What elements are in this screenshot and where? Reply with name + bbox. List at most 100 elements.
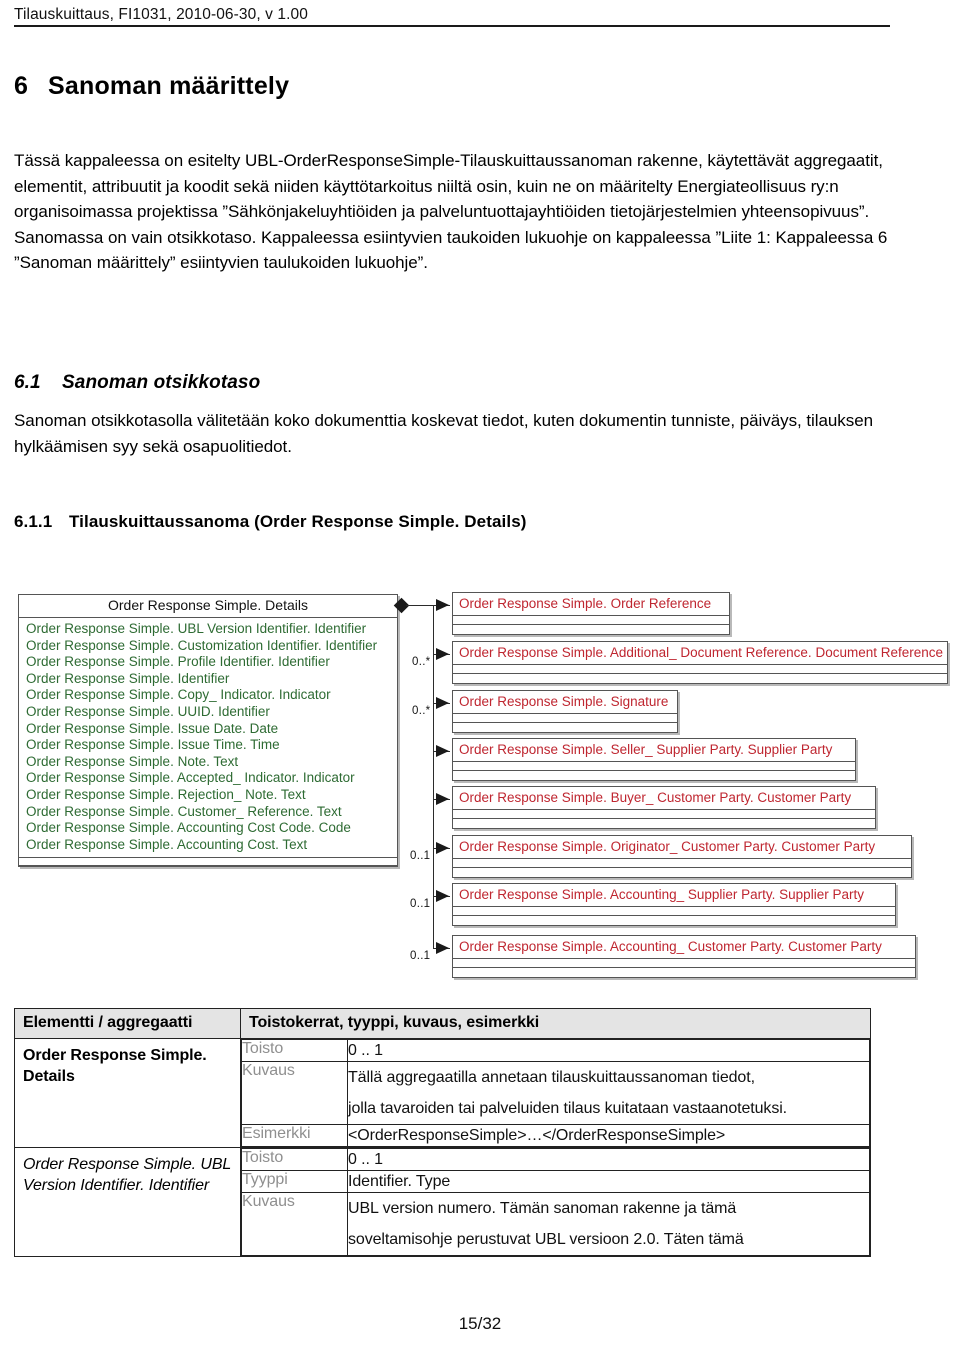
field-label: Esimerkki (241, 1124, 348, 1147)
table-row: Order Response Simple. UBL Version Ident… (14, 1147, 871, 1257)
element-name-cell: Order Response Simple. UBL Version Ident… (14, 1147, 241, 1257)
field-row: Kuvaus UBL version numero. Tämän sanoman… (241, 1192, 870, 1256)
element-name-line: Order Response Simple. (23, 1047, 207, 1064)
uml-association-title: Order Response Simple. Signature (459, 694, 669, 709)
heading-1-title: Sanoman määrittely (48, 72, 290, 100)
element-name-line: Identifier (148, 1177, 210, 1194)
element-field-table: Toisto 0 .. 1 Tyyppi Identifier. Type Ku… (241, 1148, 870, 1256)
uml-main-class-title: Order Response Simple. Details (19, 595, 397, 618)
multiplicity-label: 0..1 (410, 850, 431, 862)
field-value-line: <OrderResponseSimple>…</OrderResponseSim… (348, 1127, 726, 1144)
intro-paragraph: Tässä kappaleessa on esitelty UBL-OrderR… (14, 151, 888, 272)
connector-segment (406, 605, 434, 606)
association-arrow-icon (436, 599, 449, 611)
field-value: Identifier. Type (347, 1170, 870, 1193)
connector-trunk (433, 605, 434, 949)
field-row: Toisto 0 .. 1 (241, 1039, 870, 1062)
uml-attributes-compartment (453, 615, 729, 624)
element-details-cell: Toisto 0 .. 1 Tyyppi Identifier. Type Ku… (240, 1147, 871, 1257)
field-value-line: 0 .. 1 (348, 1042, 383, 1059)
heading-3-number: 6.1.1 (14, 512, 53, 531)
uml-class-diagram: Order Response Simple. Details Order Res… (0, 586, 960, 986)
uml-operations-compartment (453, 673, 947, 683)
association-arrow-icon (436, 890, 449, 902)
field-label: Tyyppi (241, 1170, 348, 1193)
field-row: Toisto 0 .. 1 (241, 1148, 870, 1171)
uml-association-title: Order Response Simple. Buyer_ Customer P… (459, 790, 852, 805)
uml-attribute: Order Response Simple. UUID. Identifier (26, 703, 270, 719)
uml-association-box: Order Response Simple. Order Reference (452, 592, 730, 635)
field-value: 0 .. 1 (347, 1039, 870, 1062)
table-header-row: Elementti / aggregaatti Toistokerrat, ty… (14, 1008, 871, 1039)
uml-association-box: Order Response Simple. Signature (452, 690, 678, 733)
page-footer: 15/32 (0, 1314, 960, 1334)
uml-association-box: Order Response Simple. Buyer_ Customer P… (452, 786, 876, 829)
uml-association-box: Order Response Simple. Accounting_ Custo… (452, 935, 916, 978)
heading-3-title: Tilauskuittaussanoma (Order Response Sim… (69, 512, 527, 531)
multiplicity-label: 0..1 (410, 898, 431, 910)
heading-level-2: 6.1 Sanoman otsikkotaso (14, 372, 260, 394)
uml-attribute: Order Response Simple. Accounting Cost. … (26, 836, 308, 852)
element-details-cell: Toisto 0 .. 1 Kuvaus Tällä aggregaatilla… (240, 1038, 871, 1148)
running-head-text: Tilauskuittaus, FI1031, 2010-06-30, v 1.… (14, 6, 308, 23)
uml-attribute: Order Response Simple. Customization Ide… (26, 637, 378, 653)
association-arrow-icon (436, 697, 449, 709)
uml-association-title: Order Response Simple. Accounting_ Custo… (459, 939, 882, 954)
field-label: Toisto (241, 1148, 348, 1171)
heading-2-number: 6.1 (14, 372, 41, 393)
field-value-line: 0 .. 1 (348, 1151, 383, 1168)
uml-main-class-attributes: Order Response Simple. UBL Version Ident… (19, 618, 397, 859)
multiplicity-label: 0..* (412, 656, 431, 668)
table-row: Order Response Simple. Details Toisto 0 … (14, 1038, 871, 1148)
element-field-table: Toisto 0 .. 1 Kuvaus Tällä aggregaatilla… (241, 1039, 870, 1147)
uml-operations-compartment (453, 722, 677, 732)
heading-level-3: 6.1.1 Tilauskuittaussanoma (Order Respons… (14, 512, 527, 532)
element-name-cell: Order Response Simple. Details (14, 1038, 241, 1148)
page-number: 15/32 (458, 1314, 502, 1333)
uml-attribute: Order Response Simple. Note. Text (26, 753, 239, 769)
uml-attribute: Order Response Simple. Accepted_ Indicat… (26, 770, 355, 786)
uml-attributes-compartment (453, 664, 947, 673)
uml-operations-compartment (453, 770, 855, 780)
element-name-line: Order Response Simple. (23, 1156, 196, 1173)
uml-attributes-compartment (453, 761, 855, 770)
field-value: UBL version numero. Tämän sanoman rakenn… (347, 1192, 870, 1256)
association-arrow-icon (436, 942, 449, 954)
uml-association-title: Order Response Simple. Seller_ Supplier … (459, 742, 833, 757)
uml-attribute: Order Response Simple. Profile Identifie… (26, 654, 330, 670)
field-row: Tyyppi Identifier. Type (241, 1170, 870, 1193)
uml-operations-compartment (453, 624, 729, 634)
field-label: Kuvaus (241, 1061, 348, 1125)
uml-attribute: Order Response Simple. Accounting Cost C… (26, 820, 351, 836)
uml-association-title: Order Response Simple. Originator_ Custo… (459, 839, 876, 854)
field-value-line: Tällä aggregaatilla annetaan tilauskuitt… (348, 1069, 755, 1086)
multiplicity-label: 0..* (412, 705, 431, 717)
field-label: Kuvaus (241, 1192, 348, 1256)
field-row: Kuvaus Tällä aggregaatilla annetaan tila… (241, 1061, 870, 1125)
field-value-line: UBL version numero. Tämän sanoman rakenn… (348, 1200, 737, 1217)
heading-1-number: 6 (14, 72, 29, 100)
header-divider (14, 25, 890, 27)
field-value-line: soveltamisohje perustuvat UBL versioon 2… (348, 1231, 744, 1248)
multiplicity-label: 0..1 (410, 950, 431, 962)
uml-association-box: Order Response Simple. Seller_ Supplier … (452, 738, 856, 781)
uml-attribute: Order Response Simple. UBL Version Ident… (26, 621, 367, 636)
uml-operations-compartment (453, 915, 895, 925)
field-value: 0 .. 1 (347, 1148, 870, 1171)
field-value-line: Identifier. Type (348, 1173, 451, 1190)
uml-operations-compartment (453, 967, 915, 977)
uml-attributes-compartment (453, 713, 677, 722)
uml-operations-compartment (453, 867, 911, 877)
field-row: Esimerkki <OrderResponseSimple>…</OrderR… (241, 1124, 870, 1147)
element-name-text: Order Response Simple. UBL Version Ident… (15, 1148, 240, 1204)
field-value: <OrderResponseSimple>…</OrderResponseSim… (347, 1124, 870, 1147)
uml-attribute: Order Response Simple. Identifier (26, 670, 230, 686)
uml-association-title: Order Response Simple. Accounting_ Suppl… (459, 887, 864, 902)
uml-attributes-compartment (453, 958, 915, 967)
uml-attributes-compartment (453, 906, 895, 915)
uml-association-title: Order Response Simple. Additional_ Docum… (459, 645, 944, 660)
table-header-details: Toistokerrat, tyyppi, kuvaus, esimerkki (240, 1008, 871, 1039)
uml-attribute: Order Response Simple. Issue Date. Date (26, 720, 279, 736)
uml-association-box: Order Response Simple. Accounting_ Suppl… (452, 883, 896, 926)
uml-association-title: Order Response Simple. Order Reference (459, 596, 712, 611)
